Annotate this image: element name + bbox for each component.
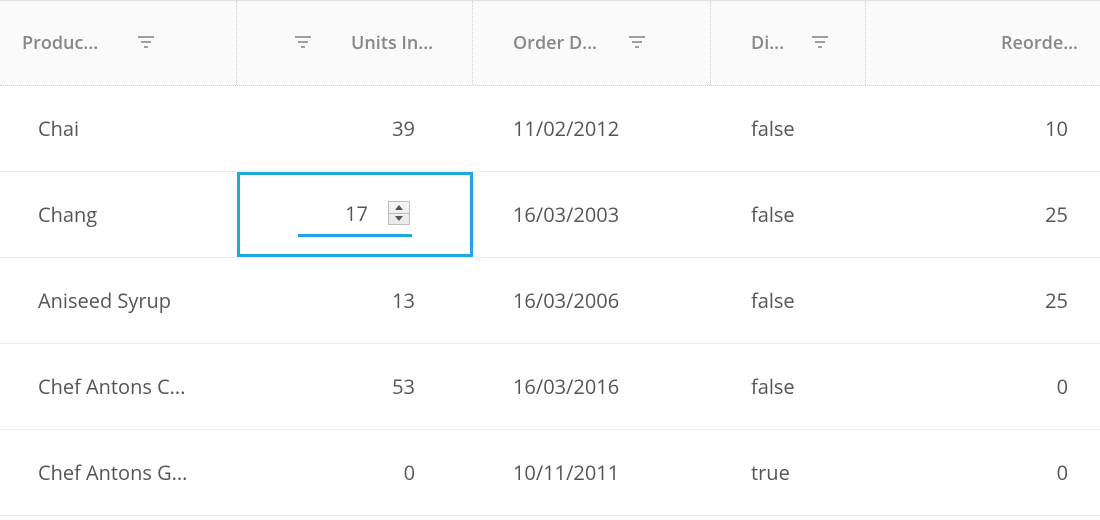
column-label-discontinued: Di...	[751, 31, 784, 55]
column-label-reorder: Reorde...	[1001, 31, 1078, 55]
column-header-orderdate[interactable]: Order D...	[473, 1, 711, 85]
cell-orderdate[interactable]: 10/11/2011	[473, 430, 711, 515]
cell-units[interactable]: 53	[237, 344, 473, 429]
cell-orderdate[interactable]: 11/02/2012	[473, 86, 711, 171]
cell-editor	[237, 172, 473, 257]
cell-units[interactable]: 13	[237, 258, 473, 343]
chevron-up-icon	[395, 205, 403, 210]
cell-units[interactable]: 39	[237, 86, 473, 171]
cell-product[interactable]: Chang	[0, 172, 237, 257]
spinner	[388, 201, 410, 225]
cell-discontinued[interactable]: false	[711, 258, 866, 343]
cell-reorder[interactable]: 25	[866, 172, 1100, 257]
cell-product[interactable]: Aniseed Syrup	[0, 258, 237, 343]
column-label-product: Produc...	[22, 31, 98, 55]
table-row: Aniseed Syrup 13 16/03/2006 false 25	[0, 258, 1100, 344]
cell-discontinued[interactable]: true	[711, 430, 866, 515]
cell-discontinued[interactable]: false	[711, 172, 866, 257]
cell-reorder[interactable]: 0	[866, 430, 1100, 515]
chevron-down-icon	[395, 216, 403, 221]
grid-body: Chai 39 11/02/2012 false 10 Chang	[0, 86, 1100, 520]
cell-orderdate[interactable]: 16/03/2003	[473, 172, 711, 257]
cell-units-editing[interactable]	[237, 172, 473, 257]
column-label-units: Units In...	[351, 31, 433, 55]
cell-product[interactable]: Chef Antons C...	[0, 344, 237, 429]
spinner-down-button[interactable]	[389, 213, 409, 225]
units-input[interactable]	[300, 199, 370, 228]
filter-icon[interactable]	[295, 36, 311, 50]
column-header-discontinued[interactable]: Di...	[711, 1, 866, 85]
table-row: Chef Antons G... 0 10/11/2011 true 0	[0, 430, 1100, 516]
spinner-up-button[interactable]	[389, 202, 409, 213]
cell-reorder[interactable]: 10	[866, 86, 1100, 171]
filter-icon[interactable]	[629, 36, 645, 50]
cell-reorder[interactable]: 25	[866, 258, 1100, 343]
table-row: Chang 16/03/2003 false 25	[0, 172, 1100, 258]
cell-product[interactable]: Chef Antons G...	[0, 430, 237, 515]
cell-discontinued[interactable]: false	[711, 86, 866, 171]
cell-units[interactable]: 0	[237, 430, 473, 515]
column-label-orderdate: Order D...	[513, 31, 597, 55]
cell-reorder[interactable]: 0	[866, 344, 1100, 429]
filter-icon[interactable]	[812, 36, 828, 50]
table-row: Chef Antons C... 53 16/03/2016 false 0	[0, 344, 1100, 430]
filter-icon[interactable]	[138, 36, 154, 50]
cell-orderdate[interactable]: 16/03/2006	[473, 258, 711, 343]
column-header-product[interactable]: Produc...	[0, 1, 237, 85]
cell-orderdate[interactable]: 16/03/2016	[473, 344, 711, 429]
data-grid: Produc... Units In... Order D... Di... R…	[0, 0, 1100, 520]
table-row: Chai 39 11/02/2012 false 10	[0, 86, 1100, 172]
cell-discontinued[interactable]: false	[711, 344, 866, 429]
grid-header-row: Produc... Units In... Order D... Di... R…	[0, 0, 1100, 86]
cell-product[interactable]: Chai	[0, 86, 237, 171]
column-header-units[interactable]: Units In...	[237, 1, 473, 85]
numeric-editor	[298, 193, 412, 237]
column-header-reorder[interactable]: Reorde...	[866, 1, 1100, 85]
